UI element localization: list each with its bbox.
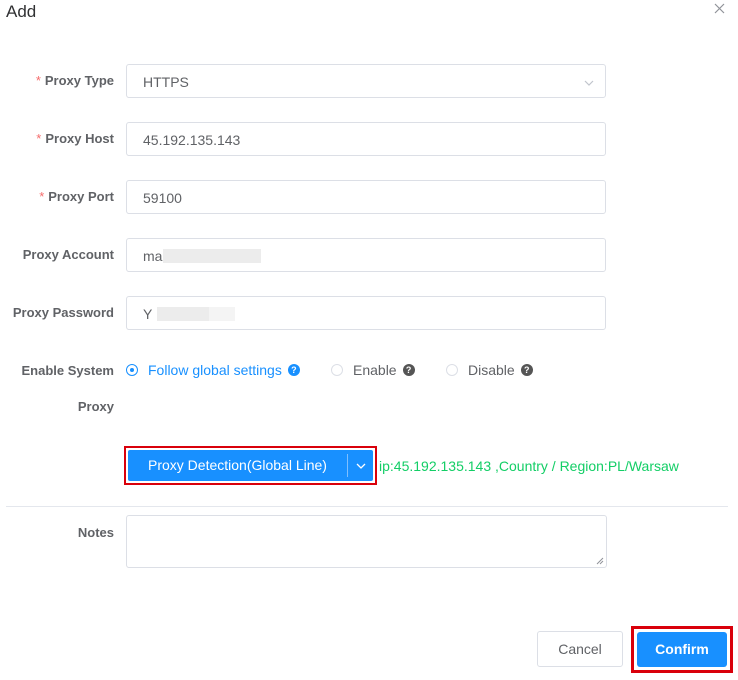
proxy-detection-split-button: Proxy Detection(Global Line) <box>128 450 373 481</box>
proxy-type-select[interactable]: HTTPS <box>126 64 606 98</box>
system-proxy-label: Enable System <box>21 363 115 378</box>
proxy-account-value: ma <box>143 248 163 264</box>
required-mark: * <box>35 73 41 88</box>
cancel-button[interactable]: Cancel <box>537 631 623 667</box>
proxy-detection-dropdown[interactable] <box>348 450 373 481</box>
notes-textarea[interactable] <box>126 515 607 568</box>
radio-checked-icon <box>126 364 138 376</box>
radio-enable[interactable]: Enable ? <box>331 362 415 378</box>
detection-highlight: Proxy Detection(Global Line) <box>124 446 377 485</box>
radio-follow-global[interactable]: Follow global settings ? <box>126 362 300 378</box>
radio-disable[interactable]: Disable ? <box>446 362 533 378</box>
question-circle-icon[interactable]: ? <box>402 364 415 376</box>
question-circle-icon[interactable]: ? <box>287 364 300 376</box>
radio-unchecked-icon <box>331 364 343 376</box>
divider <box>6 506 728 507</box>
proxy-account-input[interactable]: ma <box>126 238 606 272</box>
proxy-port-input[interactable]: 59100 <box>126 180 606 214</box>
notes-label: Notes <box>77 525 114 540</box>
proxy-detection-button[interactable]: Proxy Detection(Global Line) <box>128 450 347 481</box>
question-circle-icon[interactable]: ? <box>520 364 533 376</box>
close-icon[interactable] <box>710 0 730 20</box>
system-proxy-label-line2: Proxy <box>77 399 114 414</box>
radio-unchecked-icon <box>446 364 458 376</box>
chevron-down-icon <box>583 76 595 88</box>
proxy-password-input[interactable]: Y <box>126 296 606 330</box>
proxy-host-input[interactable]: 45.192.135.143 <box>126 122 606 156</box>
confirm-highlight: Confirm <box>631 626 733 673</box>
redaction-mask <box>157 307 209 321</box>
proxy-password-value: Y <box>143 306 153 322</box>
proxy-password-label: Proxy Password <box>12 305 114 320</box>
proxy-host-value: 45.192.135.143 <box>143 132 241 148</box>
proxy-type-label: * Proxy Type <box>35 73 114 88</box>
confirm-button[interactable]: Confirm <box>637 632 727 667</box>
required-mark: * <box>36 131 42 146</box>
dialog-title: Add <box>6 2 37 21</box>
proxy-account-label: Proxy Account <box>22 247 114 262</box>
required-mark: * <box>39 189 45 204</box>
detection-result: ip:45.192.135.143 ,Country / Region:PL/W… <box>379 458 679 474</box>
proxy-type-value: HTTPS <box>143 74 189 90</box>
resize-grip-icon <box>596 557 604 565</box>
proxy-host-label: * Proxy Host <box>36 131 114 146</box>
proxy-port-value: 59100 <box>143 190 182 206</box>
redaction-mask <box>163 249 261 263</box>
redaction-mask <box>209 307 235 321</box>
chevron-down-icon <box>356 463 366 469</box>
proxy-port-label: * Proxy Port <box>39 189 114 204</box>
